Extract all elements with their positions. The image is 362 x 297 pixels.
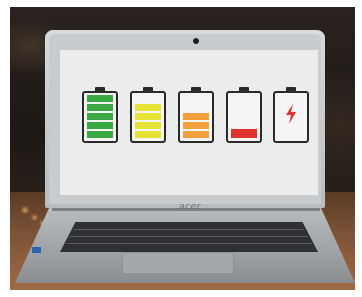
- battery-terminal: [239, 87, 249, 91]
- battery-full-icon: [82, 87, 118, 143]
- battery-low-icon: [226, 87, 262, 143]
- keyboard-row: [70, 236, 308, 237]
- battery-terminal: [286, 87, 296, 91]
- lightning-bolt-icon: [275, 103, 307, 129]
- battery-medium-icon: [178, 87, 214, 143]
- battery-level-segment: [183, 122, 209, 129]
- battery-level-segment: [87, 122, 113, 129]
- battery-level-segment: [135, 113, 161, 120]
- light-bokeh-2: [32, 215, 37, 220]
- trackpad: [122, 252, 234, 274]
- battery-terminal: [95, 87, 105, 91]
- photo-scene: acer: [0, 0, 362, 297]
- battery-empty-charging-icon: [273, 87, 309, 143]
- battery-terminal: [191, 87, 201, 91]
- battery-terminal: [143, 87, 153, 91]
- battery-level-segment: [87, 104, 113, 111]
- battery-level-segment: [135, 131, 161, 138]
- brand-logo: acer: [179, 202, 201, 212]
- battery-high-icon: [130, 87, 166, 143]
- battery-level-segment: [87, 131, 113, 138]
- battery-level-segment: [231, 129, 257, 138]
- light-bokeh-1: [22, 207, 28, 213]
- battery-level-segment: [87, 113, 113, 120]
- battery-level-segment: [183, 131, 209, 138]
- battery-level-segment: [87, 95, 113, 102]
- laptop-keyboard: [60, 222, 318, 252]
- keyboard-row: [66, 243, 312, 244]
- intel-sticker: [32, 247, 41, 253]
- webcam-icon: [193, 38, 199, 44]
- keyboard-row: [74, 229, 304, 230]
- battery-level-segment: [135, 104, 161, 111]
- battery-level-segment: [135, 122, 161, 129]
- battery-level-segment: [183, 113, 209, 120]
